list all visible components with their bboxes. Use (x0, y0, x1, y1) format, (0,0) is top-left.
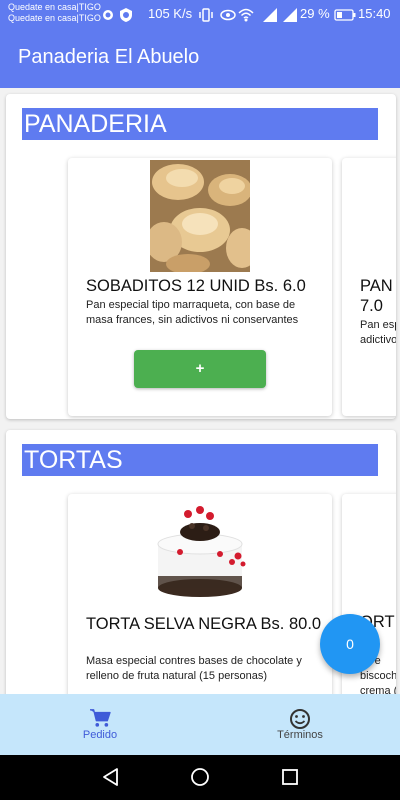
cart-icon (90, 709, 111, 727)
notification-icon (103, 10, 113, 20)
product-image (150, 160, 250, 272)
peek-name-line-2: 7.0 (360, 297, 383, 315)
vibrate-icon (199, 8, 213, 22)
eye-icon (220, 9, 236, 21)
home-icon[interactable] (190, 767, 210, 787)
app-bar: Panaderia El Abuelo (0, 30, 400, 88)
section-title: TORTAS (24, 446, 123, 474)
carrier-label: Quedate en casa|TIGO Quedate en casa|TIG… (8, 2, 101, 24)
product-card-peek[interactable]: PAN 7.0 Pan esp adictivo (342, 158, 396, 416)
shield-icon (120, 8, 132, 22)
peek-desc-line-2: biscoch (360, 670, 396, 682)
signal-icon-2 (283, 8, 297, 22)
clock: 15:40 (358, 6, 391, 21)
section-header: TORTAS (22, 444, 378, 476)
cart-count-button[interactable]: 0 (320, 614, 380, 674)
network-speed: 105 K/s (148, 6, 193, 21)
section-panaderia: PANADERIA SOBADITOS 12 UNID Bs. 6.0 Pan … (6, 94, 396, 419)
nav-label-terminos: Términos (277, 729, 323, 741)
bottom-nav: Pedido Términos (0, 694, 400, 755)
product-name: SOBADITOS 12 UNID Bs. 6.0 (86, 277, 306, 295)
product-description: Masa especial contres bases de chocolate… (86, 655, 302, 682)
nav-item-pedido[interactable]: Pedido (0, 694, 200, 755)
battery-percent: 29 % (300, 6, 330, 21)
nav-item-terminos[interactable]: Términos (200, 694, 400, 755)
recents-icon[interactable] (280, 767, 300, 787)
nav-label-pedido: Pedido (82, 729, 118, 741)
product-image (150, 496, 250, 608)
signal-icon-1 (263, 8, 277, 22)
peek-name-line-1: PAN (360, 277, 393, 295)
carrier-line-1: Quedate en casa|TIGO (8, 2, 101, 12)
product-card-peek[interactable]: ORT C sa e biscoch crema ( (342, 494, 396, 720)
wifi-icon (238, 8, 254, 22)
section-tortas: TORTAS TORTA SELVA NEGRA Bs. 80.0 Masa e… (6, 430, 396, 720)
smiley-icon (290, 709, 310, 729)
peek-desc-line-2: adictivo (360, 334, 396, 346)
peek-product-name: PAN 7.0 (360, 276, 396, 316)
product-name: TORTA SELVA NEGRA Bs. 80.0 (86, 615, 322, 633)
carrier-line-2: Quedate en casa|TIGO (8, 13, 101, 23)
back-icon[interactable] (101, 767, 121, 787)
system-navigation-bar (0, 755, 400, 800)
peek-product-description: Pan esp adictivo (360, 318, 396, 348)
status-bar: Quedate en casa|TIGO Quedate en casa|TIG… (0, 0, 400, 30)
product-card: TORTA SELVA NEGRA Bs. 80.0 Masa especial… (68, 494, 332, 720)
battery-icon (334, 9, 356, 21)
add-button[interactable]: + (134, 350, 266, 388)
peek-desc-line-1: Pan esp (360, 319, 396, 331)
section-title: PANADERIA (24, 110, 167, 138)
app-title: Panaderia El Abuelo (18, 46, 200, 68)
section-header: PANADERIA (22, 108, 378, 140)
product-description: Pan especial tipo marraqueta, con base d… (86, 299, 299, 326)
product-card: SOBADITOS 12 UNID Bs. 6.0 Pan especial t… (68, 158, 332, 416)
